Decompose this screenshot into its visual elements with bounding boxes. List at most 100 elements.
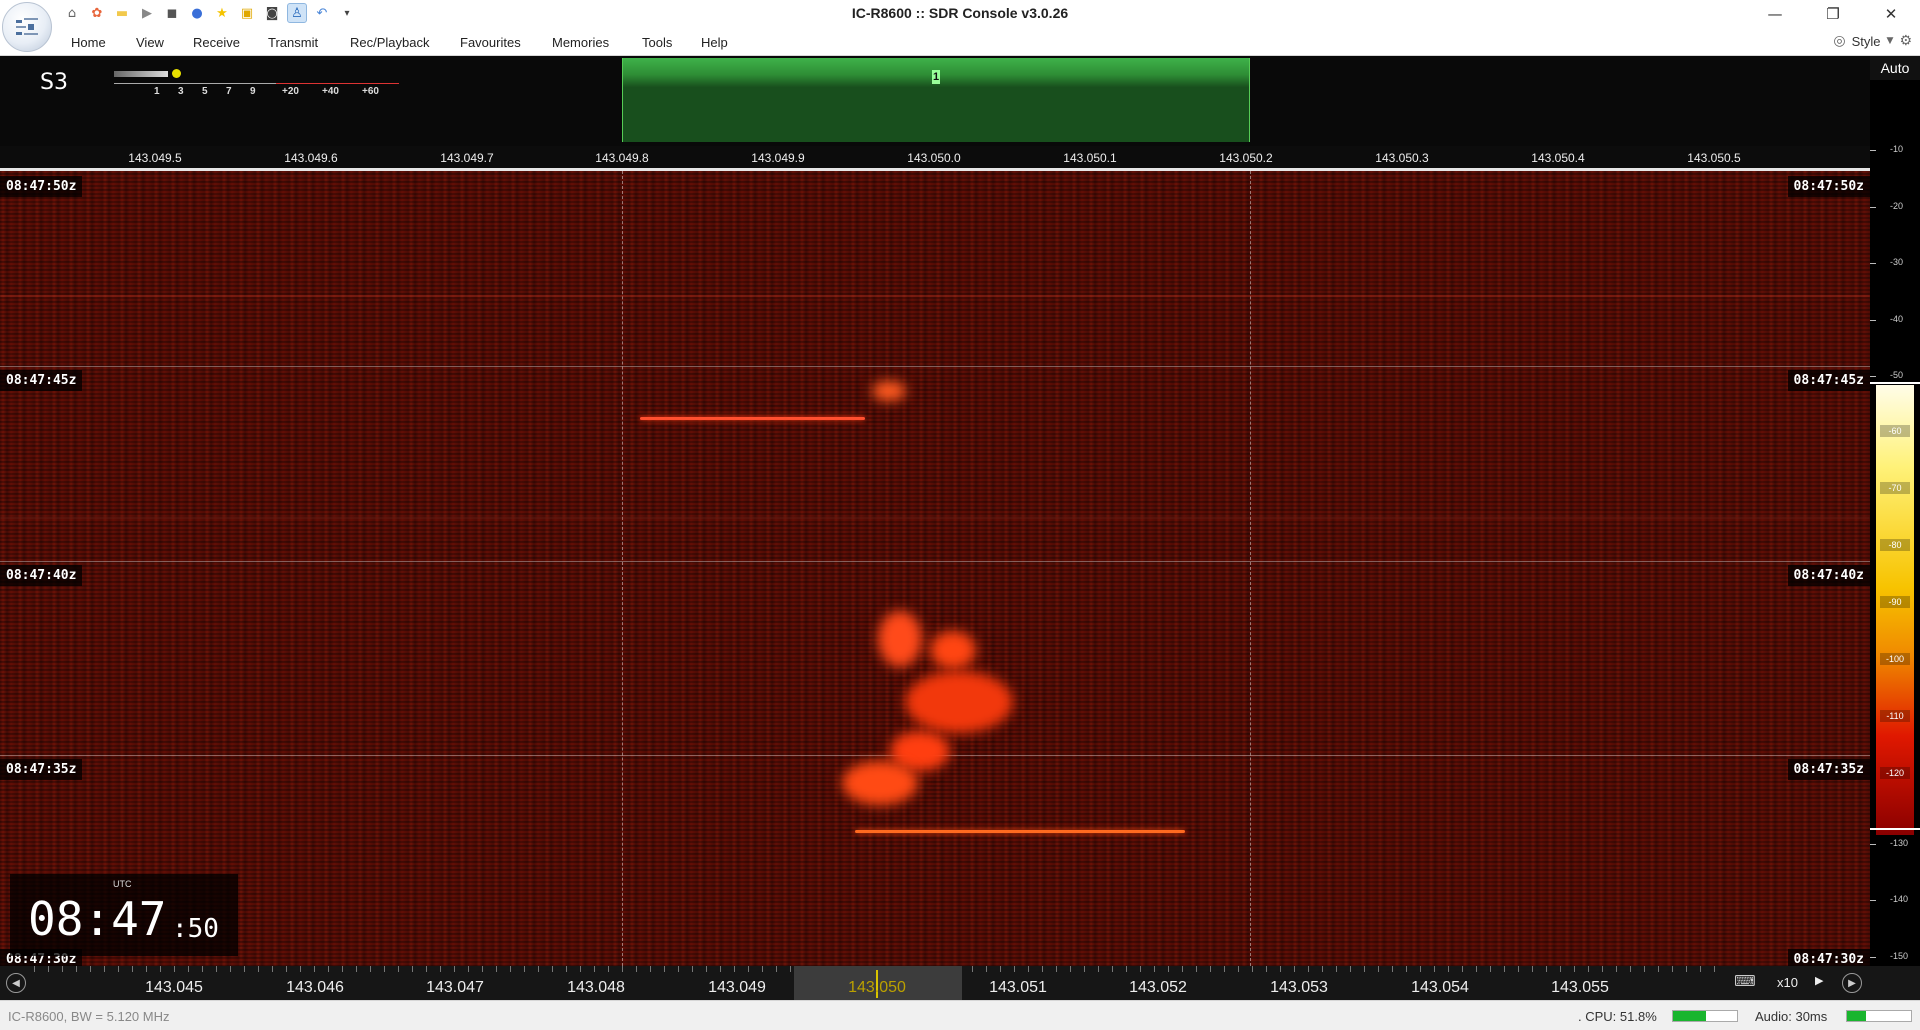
waterfall-timestamp: 08:47:45z [1787,370,1870,391]
freq-bar-label: 143.047 [426,979,484,996]
minimize-button[interactable]: — [1746,0,1804,28]
freq-label: 143.049.6 [284,151,338,165]
s-meter-reading: S3 [40,70,68,95]
camera-icon[interactable]: ◙ [262,3,282,23]
menu-tools[interactable]: Tools [642,35,672,50]
person-icon[interactable]: ♙ [287,3,307,23]
globe-icon: ◎ [1833,33,1846,49]
restore-button[interactable]: ❐ [1804,0,1862,28]
play-icon[interactable]: ▶ [137,3,157,23]
undo-icon[interactable]: ↶ [312,3,332,23]
db-tick [1870,150,1876,151]
waterfall-timestamp: 08:47:35z [1787,759,1870,780]
audio-meter-fill [1847,1011,1867,1021]
signal-burst [905,671,1013,733]
menu-transmit[interactable]: Transmit [268,35,318,50]
clock-zone-label: UTC [113,879,132,889]
db-scale[interactable]: -10 -20 -30 -40 -50 -130 -140 -150 -60 -… [1870,80,1920,1000]
menu-help[interactable]: Help [701,35,728,50]
color-range-top-handle[interactable] [1870,382,1920,384]
freq-bar-label: 143.055 [1551,979,1609,996]
passband-edge-right [1250,171,1251,966]
waterfall-timestamp: 08:47:45z [0,370,83,391]
zoom-level[interactable]: x10 [1777,975,1798,990]
menu-favourites[interactable]: Favourites [460,35,521,50]
color-range-bottom-handle[interactable] [1870,828,1920,830]
customize-dropdown-icon[interactable]: ▾ [337,3,357,23]
auto-level-button[interactable]: Auto [1870,56,1920,80]
favourite-star-icon[interactable]: ★ [212,3,232,23]
db-label: -50 [1890,370,1904,380]
home-icon[interactable]: ⌂ [62,3,82,23]
waterfall-timestamp: 08:47:35z [0,759,83,780]
s-meter-scale-label: 5 [202,86,208,97]
db-label: -40 [1890,314,1904,324]
db-tick [1870,844,1876,845]
scroll-right-icon[interactable]: ▶ [1842,973,1862,993]
zoom-arrow-icon[interactable]: ▶ [1815,974,1823,987]
db-label: -30 [1890,257,1904,267]
cpu-meter [1672,1010,1738,1022]
lock-icon[interactable]: ▣ [237,3,257,23]
freq-bar-label: 143.051 [989,979,1047,996]
freq-label: 143.050.1 [1063,151,1117,165]
s-meter: S3 1 3 5 7 9 +20 +40 +60 [6,62,406,108]
close-button[interactable]: ✕ [1862,0,1920,28]
db-tick [1870,376,1876,377]
title-bar: ⌂ ✿ ▬ ▶ ◼ ● ★ ▣ ◙ ♙ ↶ ▾ IC-R8600 :: SDR … [0,0,1920,28]
s-meter-scale-label: +60 [362,86,379,97]
folder-icon[interactable]: ▬ [112,3,132,23]
freq-bar-label-selected: 143.050 [848,979,906,996]
stop-icon[interactable]: ◼ [162,3,182,23]
s-meter-scale-label: +40 [322,86,339,97]
quick-access-toolbar: ⌂ ✿ ▬ ▶ ◼ ● ★ ▣ ◙ ♙ ↶ ▾ [62,3,357,23]
time-gridline [0,561,1870,562]
db-label: -130 [1890,838,1909,848]
freq-bar-label: 143.046 [286,979,344,996]
s-meter-peak-dot [172,69,181,78]
chevron-down-icon: ▼ [1886,36,1894,46]
menu-view[interactable]: View [136,35,164,50]
db-tick [1870,957,1876,958]
waterfall-timestamp: 08:47:50z [1787,176,1870,197]
menu-receive[interactable]: Receive [193,35,240,50]
freq-label: 143.049.8 [595,151,649,165]
s-meter-scale-label: +20 [282,86,299,97]
audio-meter [1846,1010,1912,1022]
freq-bar-label: 143.052 [1129,979,1187,996]
settings-gear-icon[interactable]: ⚙ [1899,33,1912,49]
s-meter-bar [114,71,168,77]
utc-clock: UTC 08:47 :50 [10,874,238,956]
waterfall-timestamp: 08:47:40z [0,565,83,586]
frequency-bar[interactable]: ◀ 143.045 143.046 143.047 143.048 143.04… [0,966,1920,1000]
application-menu-button[interactable] [2,2,52,52]
audio-status: Audio: 30ms [1755,1009,1828,1024]
status-bar: IC-R8600, BW = 5.120 MHz . CPU: 51.8% Au… [0,1000,1920,1030]
colorbar-label: -80 [1880,539,1910,551]
db-label: -20 [1890,201,1904,211]
s-meter-over-line [276,83,399,84]
style-selector[interactable]: ◎ Style ▼ ⚙ [1833,33,1912,49]
freq-label: 143.050.2 [1219,151,1273,165]
s-meter-scale: 1 3 5 7 9 +20 +40 +60 [114,86,394,98]
keyboard-icon[interactable]: ⌨ [1730,972,1760,994]
waterfall-display[interactable]: 08:47:50z 08:47:45z 08:47:40z 08:47:35z … [0,171,1870,966]
settings-icon[interactable]: ✿ [87,3,107,23]
db-tick [1870,207,1876,208]
signal-burst [930,631,976,669]
passband-edge-left [622,171,623,966]
s-meter-scale-label: 3 [178,86,184,97]
menu-rec-playback[interactable]: Rec/Playback [350,35,429,50]
menu-home[interactable]: Home [71,35,106,50]
db-label: -10 [1890,144,1904,154]
cpu-status: . CPU: 51.8% [1578,1009,1657,1024]
record-icon[interactable]: ● [187,3,207,23]
scroll-left-icon[interactable]: ◀ [6,973,26,993]
spectrum-display[interactable]: 1 S3 1 3 5 7 9 +20 +40 +60 143.049.5 143… [0,56,1870,170]
menu-memories[interactable]: Memories [552,35,609,50]
freq-bar-label: 143.054 [1411,979,1469,996]
colorbar-label: -70 [1880,482,1910,494]
colorbar-label: -60 [1880,425,1910,437]
signal-burst [842,761,918,805]
passband-marker[interactable]: 1 [932,70,940,84]
